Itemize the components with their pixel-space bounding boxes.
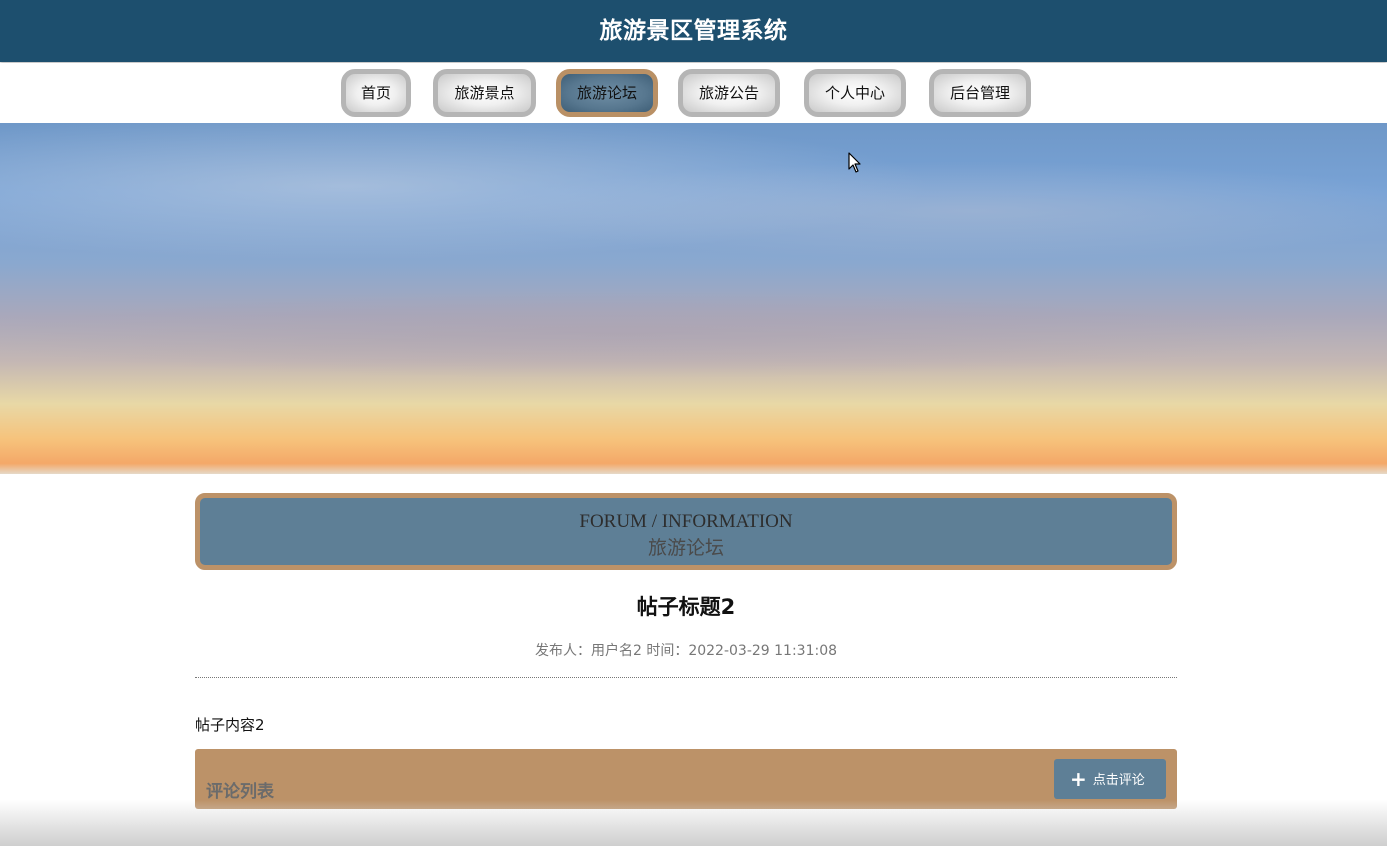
main-nav: 首页 旅游景点 旅游论坛 旅游公告 个人中心 后台管理 [0, 63, 1387, 123]
comments-list-label: 评论列表 [206, 782, 274, 802]
sky-banner-image [0, 123, 1387, 474]
nav-home[interactable]: 首页 [341, 69, 411, 117]
divider [195, 677, 1177, 678]
nav-profile[interactable]: 个人中心 [804, 69, 906, 117]
mouse-cursor-icon [848, 152, 861, 173]
post-content: 帖子内容2 [195, 716, 265, 734]
site-title: 旅游景区管理系统 [599, 18, 788, 44]
add-comment-button[interactable]: + 点击评论 [1054, 759, 1166, 799]
nav-attractions[interactable]: 旅游景点 [433, 69, 536, 117]
plus-icon: + [1070, 767, 1087, 791]
section-title-en: FORUM / INFORMATION [579, 511, 793, 532]
post-meta: 发布人：用户名2 时间：2022-03-29 11:31:08 [534, 643, 838, 659]
bottom-fade [0, 800, 1387, 846]
nav-announcements[interactable]: 旅游公告 [678, 69, 780, 117]
nav-admin[interactable]: 后台管理 [929, 69, 1031, 117]
add-comment-label: 点击评论 [1092, 773, 1145, 788]
post-title: 帖子标题2 [636, 595, 736, 619]
top-header: 旅游景区管理系统 [0, 0, 1387, 62]
forum-section-header: FORUM / INFORMATION 旅游论坛 [195, 493, 1177, 570]
nav-forum[interactable]: 旅游论坛 [556, 69, 658, 117]
section-title-cn: 旅游论坛 [647, 538, 724, 559]
